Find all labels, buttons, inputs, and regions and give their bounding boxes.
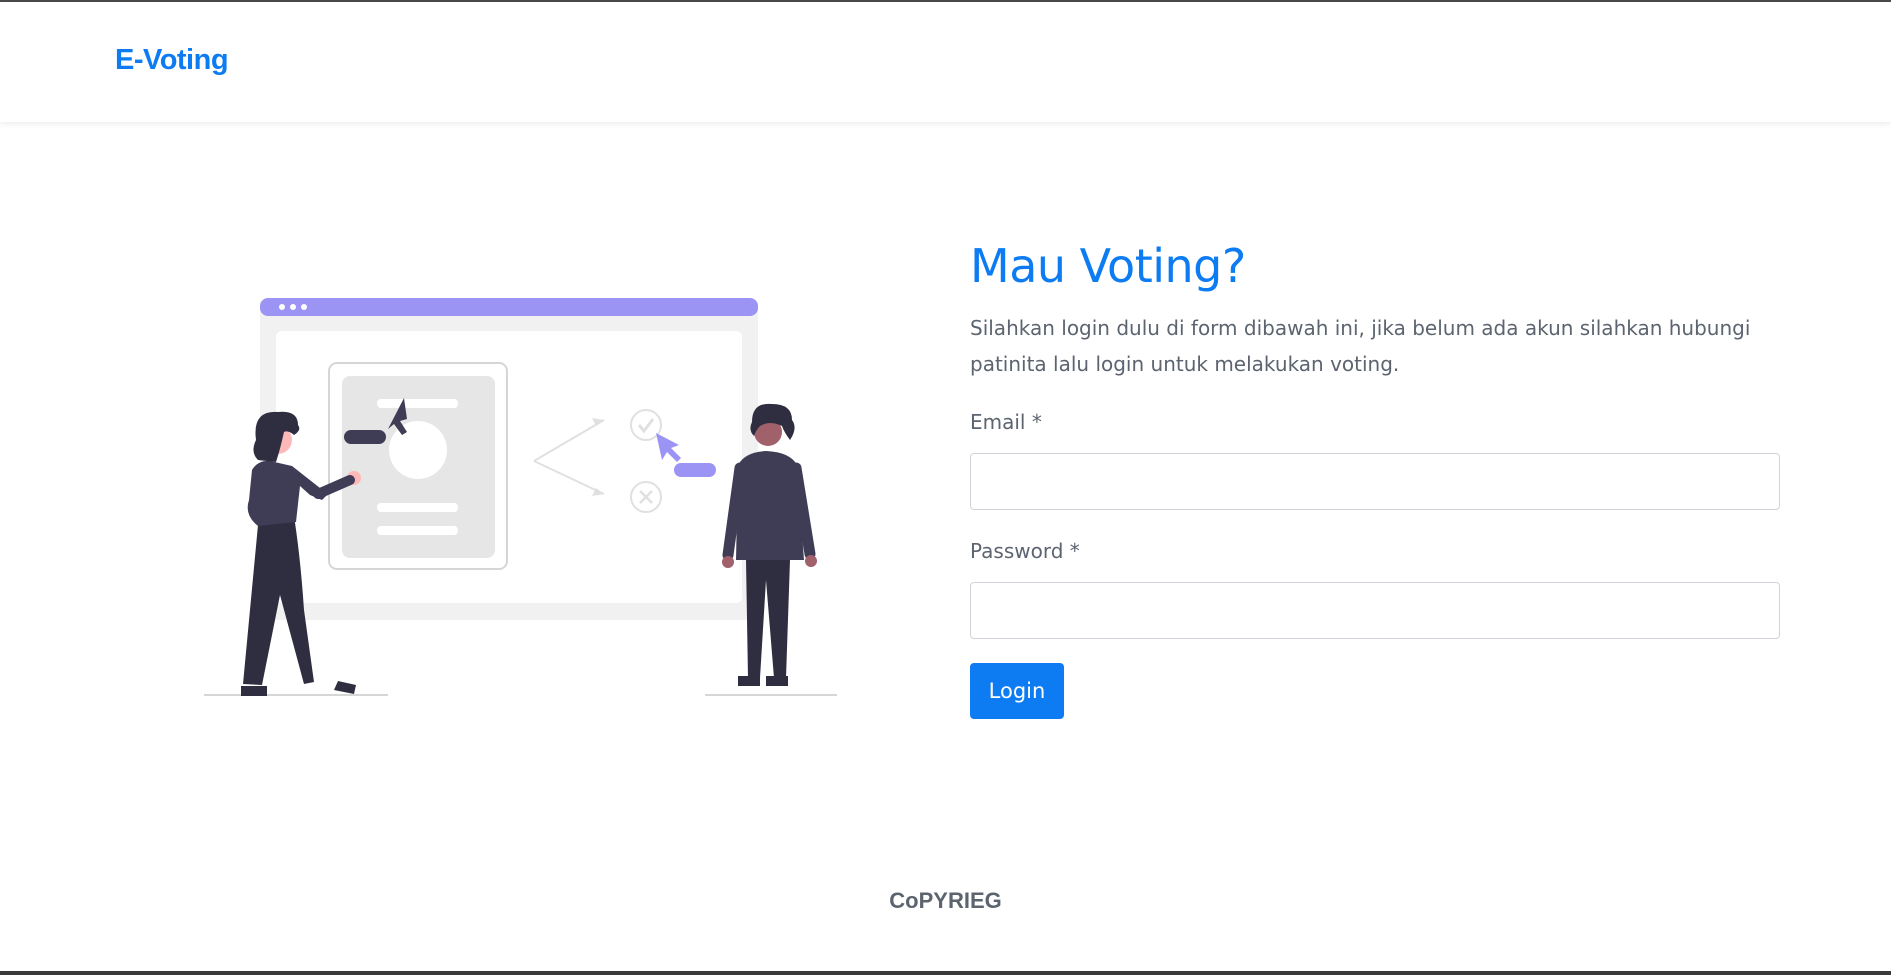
window-bottom-border [0, 971, 1891, 975]
voting-illustration [200, 290, 850, 710]
footer-copyright: CoPYRIEG [889, 888, 1002, 913]
login-button[interactable]: Login [970, 663, 1064, 719]
navbar: E-Voting [0, 2, 1891, 122]
email-label: Email * [970, 410, 1042, 434]
login-section: Mau Voting? Silahkan login dulu di form … [970, 238, 1780, 719]
email-field[interactable] [970, 453, 1780, 510]
password-label: Password * [970, 539, 1080, 563]
page-title: Mau Voting? [970, 239, 1246, 293]
brand-link[interactable]: E-Voting [115, 44, 229, 77]
login-instructions: Silahkan login dulu di form dibawah ini,… [970, 316, 1751, 376]
password-field[interactable] [970, 582, 1780, 639]
